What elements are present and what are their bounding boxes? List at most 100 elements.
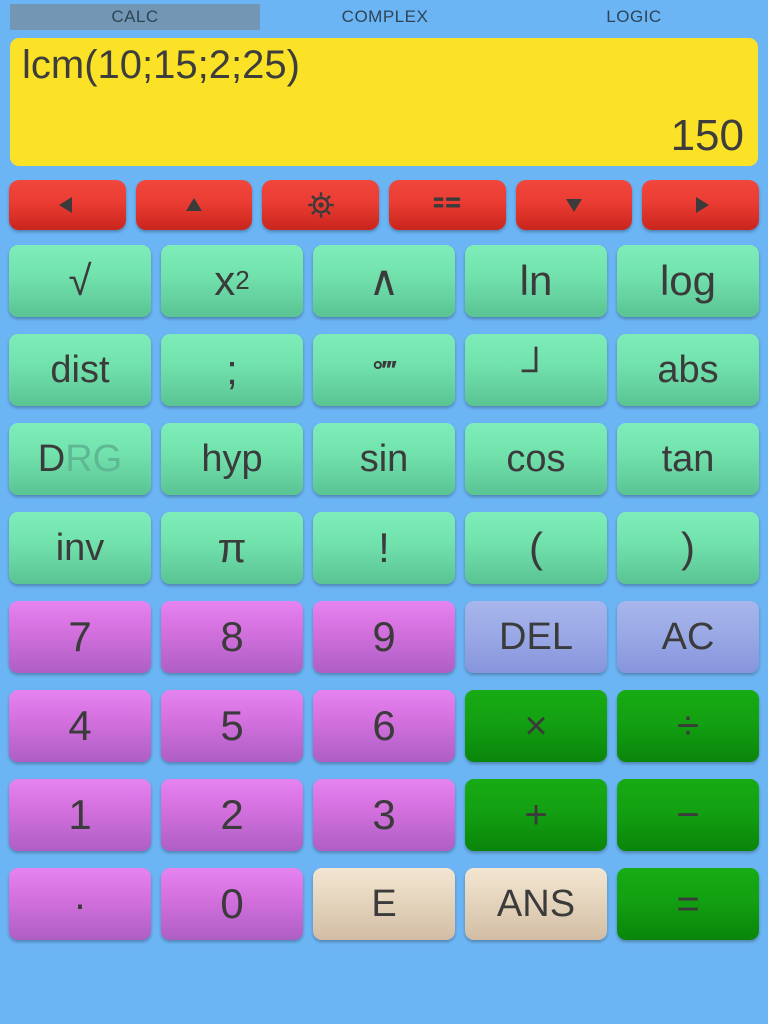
abs-key[interactable]: abs <box>617 333 759 406</box>
multiply-key[interactable]: × <box>465 689 607 762</box>
tab-logic[interactable]: LOGIC <box>510 4 758 30</box>
equals-key[interactable]: = <box>617 867 759 940</box>
answer-key-label: ANS <box>496 882 576 925</box>
hyp-key-label: hyp <box>201 437 263 480</box>
multiply-key-label: × <box>524 703 548 748</box>
keypad-row-456: 4 5 6 × ÷ <box>0 681 768 770</box>
display-expression: lcm(10;15;2;25) <box>22 43 300 87</box>
exponent-key-label: E <box>371 882 397 925</box>
decimal-point-key[interactable]: · <box>9 867 151 940</box>
tan-key[interactable]: tan <box>617 422 759 495</box>
triangle-left-icon <box>54 192 80 218</box>
square-key[interactable]: x2 <box>161 244 303 317</box>
tab-bar: CALC COMPLEX LOGIC <box>0 0 768 30</box>
keypad-row-bottom: · 0 E ANS = <box>0 859 768 948</box>
menu-button[interactable] <box>389 180 506 230</box>
answer-key[interactable]: ANS <box>465 867 607 940</box>
all-clear-key-label: AC <box>661 615 715 658</box>
divide-key[interactable]: ÷ <box>617 689 759 762</box>
digit-1-key-label: 1 <box>68 790 92 838</box>
digit-1-key[interactable]: 1 <box>9 778 151 851</box>
sin-key-label: sin <box>359 437 409 480</box>
delete-key[interactable]: DEL <box>465 600 607 673</box>
ln-key[interactable]: ln <box>465 244 607 317</box>
minus-key-label: − <box>676 792 700 837</box>
tab-calc-label: CALC <box>111 7 159 26</box>
cursor-down-button[interactable] <box>515 180 633 230</box>
calculator-display[interactable]: lcm(10;15;2;25) 150 <box>10 38 758 166</box>
inv-key[interactable]: inv <box>9 511 151 584</box>
function-row-2: dist ; °‴ ┘ abs <box>0 325 768 414</box>
keypad: √ x2 ∧ ln log dist ; °‴ ┘ abs D RG hyp s… <box>0 174 768 1024</box>
digit-3-key-label: 3 <box>372 790 396 838</box>
digit-2-key[interactable]: 2 <box>161 778 303 851</box>
function-row-1: √ x2 ∧ ln log <box>0 236 768 325</box>
digit-8-key[interactable]: 8 <box>161 600 303 673</box>
cursor-left-button[interactable] <box>9 180 126 230</box>
pi-key-label: π <box>217 523 247 571</box>
factorial-key[interactable]: ! <box>313 511 455 584</box>
dist-key-label: dist <box>50 348 110 391</box>
minus-key[interactable]: − <box>617 778 759 851</box>
dist-key[interactable]: dist <box>9 333 151 406</box>
keypad-row-789: 7 8 9 DEL AC <box>0 592 768 681</box>
abs-key-label: abs <box>657 348 719 391</box>
rad-angle-key[interactable]: ┘ <box>465 333 607 406</box>
open-paren-key-label: ( <box>529 523 543 571</box>
digit-0-key-label: 0 <box>220 879 244 927</box>
plus-key[interactable]: + <box>465 778 607 851</box>
open-paren-key[interactable]: ( <box>465 511 607 584</box>
display-result: 150 <box>670 112 744 160</box>
cos-key-label: cos <box>506 437 566 480</box>
digit-4-key[interactable]: 4 <box>9 689 151 762</box>
hyp-key[interactable]: hyp <box>161 422 303 495</box>
plus-key-label: + <box>524 792 548 837</box>
digit-9-key-label: 9 <box>372 612 396 660</box>
inv-key-label: inv <box>55 526 105 569</box>
drg-key[interactable]: D RG <box>9 422 151 495</box>
triangle-down-icon <box>561 192 587 218</box>
close-paren-key[interactable]: ) <box>617 511 759 584</box>
settings-button[interactable] <box>262 180 380 230</box>
cos-key[interactable]: cos <box>465 422 607 495</box>
menu-list-icon <box>432 194 462 216</box>
digit-4-key-label: 4 <box>68 701 92 749</box>
tab-complex[interactable]: COMPLEX <box>262 4 508 30</box>
dms-key[interactable]: °‴ <box>313 333 455 406</box>
semicolon-key-label: ; <box>226 345 238 393</box>
digit-5-key-label: 5 <box>220 701 244 749</box>
triangle-up-icon <box>181 192 207 218</box>
digit-5-key[interactable]: 5 <box>161 689 303 762</box>
exponent-key[interactable]: E <box>313 867 455 940</box>
digit-6-key-label: 6 <box>372 701 396 749</box>
tan-key-label: tan <box>661 437 715 480</box>
digit-0-key[interactable]: 0 <box>161 867 303 940</box>
function-row-3: D RG hyp sin cos tan <box>0 414 768 503</box>
pi-key[interactable]: π <box>161 511 303 584</box>
tab-logic-label: LOGIC <box>606 7 662 26</box>
square-key-exponent: 2 <box>235 265 250 296</box>
power-key[interactable]: ∧ <box>313 244 455 317</box>
function-row-4: inv π ! ( ) <box>0 503 768 592</box>
rad-angle-key-label: ┘ <box>521 347 551 392</box>
sin-key[interactable]: sin <box>313 422 455 495</box>
digit-8-key-label: 8 <box>220 612 244 660</box>
ln-key-label: ln <box>519 256 553 304</box>
sqrt-key[interactable]: √ <box>9 244 151 317</box>
digit-9-key[interactable]: 9 <box>313 600 455 673</box>
all-clear-key[interactable]: AC <box>617 600 759 673</box>
gear-icon <box>306 190 336 220</box>
digit-2-key-label: 2 <box>220 790 244 838</box>
cursor-right-button[interactable] <box>642 180 760 230</box>
digit-7-key[interactable]: 7 <box>9 600 151 673</box>
log-key[interactable]: log <box>617 244 759 317</box>
digit-6-key[interactable]: 6 <box>313 689 455 762</box>
drg-key-active-label: D <box>37 437 66 480</box>
semicolon-key[interactable]: ; <box>161 333 303 406</box>
factorial-key-label: ! <box>378 523 390 571</box>
cursor-up-button[interactable] <box>135 180 253 230</box>
log-key-label: log <box>659 256 717 304</box>
power-key-label: ∧ <box>368 256 400 304</box>
digit-3-key[interactable]: 3 <box>313 778 455 851</box>
tab-calc[interactable]: CALC <box>10 4 260 30</box>
